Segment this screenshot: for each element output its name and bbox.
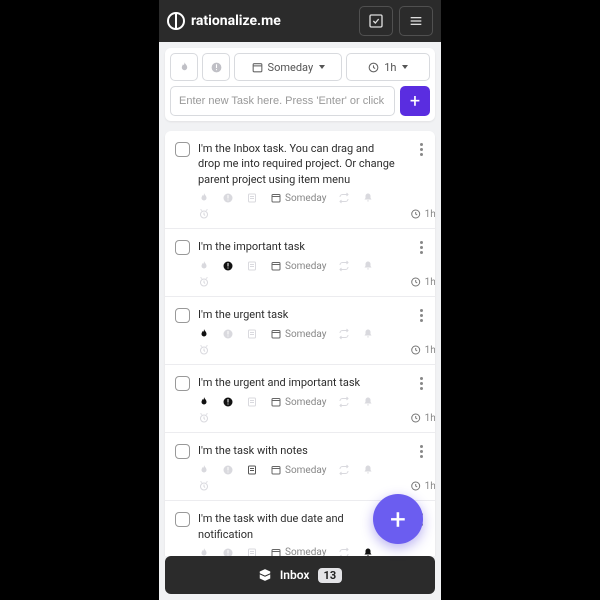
footer-inbox[interactable]: Inbox 13 [165,556,435,594]
brand-text: rationalize.me [191,13,281,29]
notes-icon [246,547,258,556]
footer-label: Inbox [280,568,310,582]
fab-add-button[interactable]: + [373,494,423,544]
task-menu-button[interactable] [413,375,429,390]
urgent-icon [198,464,210,476]
task-item[interactable]: I'm the important task Someday 1h [165,229,435,297]
urgent-icon [198,547,210,556]
fire-icon [178,61,191,74]
task-title: I'm the urgent task [198,307,405,322]
check-square-icon [368,13,384,29]
repeat-icon [338,464,350,476]
main-scroll[interactable]: Someday 1h + I'm the Inbox task. You c [159,42,441,556]
add-task-button[interactable]: + [400,86,430,116]
date-picker[interactable]: Someday [234,53,342,81]
task-title: I'm the task with notes [198,443,405,458]
task-checkbox[interactable] [175,308,190,323]
clock-icon [367,61,380,74]
important-icon [222,464,234,476]
date-chip: Someday [270,464,326,476]
urgent-toggle[interactable] [170,53,198,81]
task-menu-button[interactable] [413,443,429,458]
date-chip: Someday [270,260,326,272]
bell-icon [362,464,374,476]
date-chip: Someday [270,328,326,340]
notes-icon [246,328,258,340]
duration-chip: 1h [410,208,435,220]
urgent-icon [198,396,210,408]
task-checkbox[interactable] [175,240,190,255]
repeat-icon [338,547,350,556]
task-menu-button[interactable] [413,239,429,254]
important-icon [222,260,234,272]
box-icon [258,568,272,582]
app-header: rationalize.me [159,0,441,42]
notes-icon [246,192,258,204]
task-title: I'm the Inbox task. You can drag and dro… [198,141,405,187]
new-task-input[interactable] [170,86,395,116]
date-chip: Someday [270,192,326,204]
task-checkbox[interactable] [175,444,190,459]
duration-picker[interactable]: 1h [346,53,430,81]
task-checkbox[interactable] [175,376,190,391]
task-item[interactable]: I'm the urgent task Someday 1h [165,297,435,365]
important-toggle[interactable] [202,53,230,81]
urgent-icon [198,260,210,272]
brand: rationalize.me [167,12,353,30]
repeat-icon [338,192,350,204]
task-checkbox[interactable] [175,512,190,527]
caret-down-icon [402,65,408,69]
hamburger-icon [408,13,424,29]
repeat-icon [338,328,350,340]
alarm-icon [198,208,210,220]
task-item[interactable]: I'm the urgent and important task Someda… [165,365,435,433]
quick-entry-card: Someday 1h + [165,48,435,121]
alarm-icon [198,276,210,288]
duration-label: 1h [384,61,396,74]
bell-icon [362,260,374,272]
date-label: Someday [268,61,314,74]
task-checkbox[interactable] [175,142,190,157]
date-chip: Someday [270,396,326,408]
duration-chip: 1h [410,480,435,492]
important-icon [222,328,234,340]
duration-chip: 1h [410,344,435,356]
task-item[interactable]: I'm the task with notes Someday 1h [165,433,435,501]
plus-icon: + [390,503,406,536]
alarm-icon [198,480,210,492]
notes-icon [246,396,258,408]
important-icon [222,547,234,556]
calendar-icon [251,61,264,74]
date-chip: Someday [270,547,326,556]
bell-icon [362,328,374,340]
important-icon [222,396,234,408]
menu-button[interactable] [399,6,433,36]
bell-icon [362,547,374,556]
repeat-icon [338,260,350,272]
notes-icon [246,464,258,476]
inbox-count-badge: 13 [318,568,343,583]
logo-icon [167,12,185,30]
bell-icon [362,192,374,204]
duration-chip: 1h [410,412,435,424]
repeat-icon [338,396,350,408]
alarm-icon [198,344,210,356]
notes-icon [246,260,258,272]
task-item[interactable]: I'm the Inbox task. You can drag and dro… [165,131,435,229]
plus-icon: + [410,91,420,112]
task-menu-button[interactable] [413,307,429,322]
task-list: I'm the Inbox task. You can drag and dro… [165,131,435,556]
duration-chip: 1h [410,276,435,288]
exclamation-icon [210,61,223,74]
caret-down-icon [319,65,325,69]
check-button[interactable] [359,6,393,36]
bell-icon [362,396,374,408]
task-title: I'm the urgent and important task [198,375,405,390]
alarm-icon [198,412,210,424]
urgent-icon [198,328,210,340]
important-icon [222,192,234,204]
task-title: I'm the important task [198,239,405,254]
task-menu-button[interactable] [413,141,429,156]
urgent-icon [198,192,210,204]
